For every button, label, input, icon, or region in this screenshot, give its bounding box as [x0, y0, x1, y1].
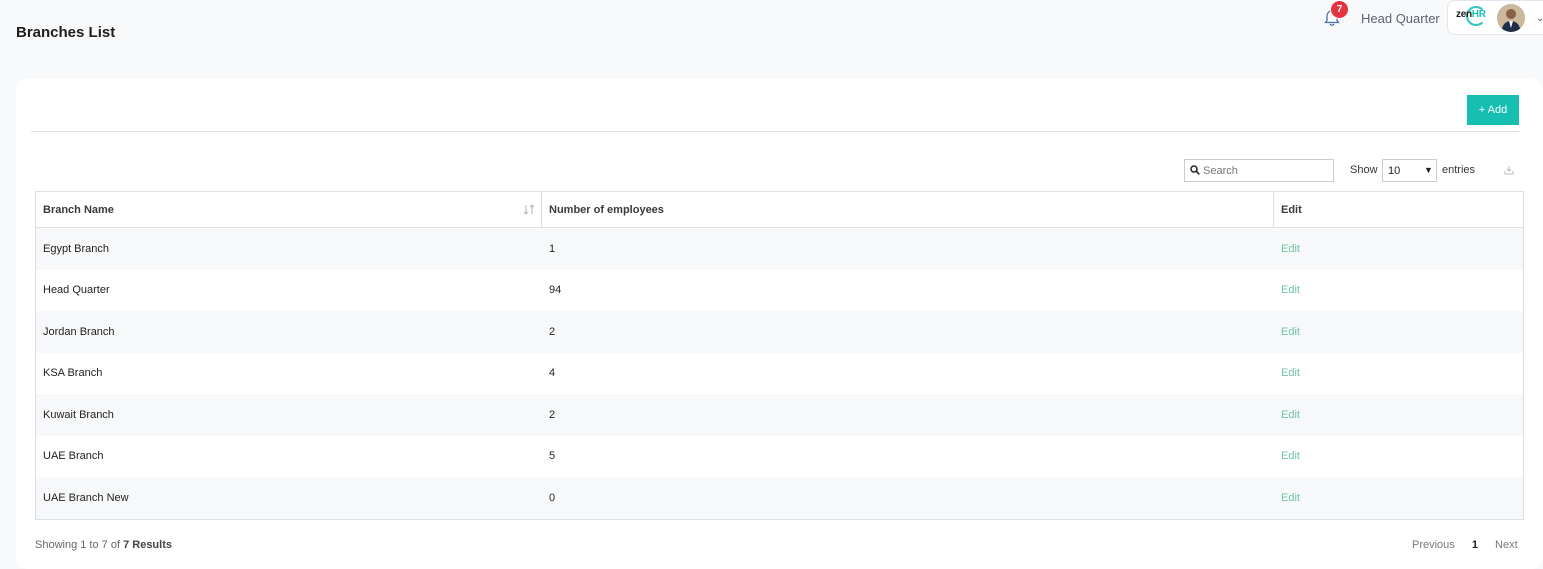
search-input[interactable] — [1203, 162, 1328, 179]
notification-badge: 7 — [1330, 0, 1349, 19]
edit-cell: Edit — [1274, 311, 1523, 353]
employee-count-cell: 2 — [549, 325, 556, 338]
chevron-down-icon: ▼ — [1424, 165, 1433, 175]
branch-name-cell: UAE Branch New — [43, 491, 129, 504]
branch-name-cell: KSA Branch — [43, 367, 103, 380]
search-icon — [1190, 165, 1200, 175]
table-row: KSA Branch 4 Edit — [36, 353, 1523, 395]
employee-count-cell: 1 — [549, 242, 556, 255]
table-row: UAE Branch New 0 Edit — [36, 477, 1523, 519]
branches-card: + Add Show 10 ▼ entries Branch Name Numb… — [16, 79, 1543, 569]
employee-count-cell: 4 — [549, 367, 556, 380]
results-summary: Showing 1 to 7 of 7 Results — [35, 539, 172, 551]
edit-cell: Edit — [1274, 353, 1523, 395]
table-row: Kuwait Branch 2 Edit — [36, 394, 1523, 436]
edit-cell: Edit — [1274, 477, 1523, 519]
edit-link[interactable]: Edit — [1281, 409, 1300, 421]
table-body: Egypt Branch 1 Edit Head Quarter 94 Edit Jorda… — [36, 228, 1523, 519]
search-field[interactable] — [1184, 159, 1334, 182]
export-icon[interactable] — [1504, 165, 1514, 175]
employee-count-cell: 2 — [549, 408, 556, 421]
table-row: Egypt Branch 1 Edit — [36, 228, 1523, 270]
employee-count-cell: 94 — [549, 284, 562, 297]
edit-link[interactable]: Edit — [1281, 492, 1300, 504]
pagination: Previous 1 Next — [1412, 539, 1532, 551]
column-header-branch-name[interactable]: Branch Name — [36, 192, 542, 227]
branch-name-cell: UAE Branch — [43, 450, 104, 463]
divider — [31, 131, 1519, 132]
column-header-edit: Edit — [1281, 203, 1302, 216]
page-title: Branches List — [16, 24, 116, 41]
edit-cell: Edit — [1274, 228, 1523, 270]
branch-name-cell: Jordan Branch — [43, 325, 115, 338]
edit-link[interactable]: Edit — [1281, 367, 1300, 379]
edit-link[interactable]: Edit — [1281, 243, 1300, 255]
user-menu[interactable]: zenHR ⌄ — [1447, 0, 1543, 35]
edit-cell: Edit — [1274, 436, 1523, 478]
next-page-button[interactable]: Next — [1495, 539, 1518, 551]
page-size-value: 10 — [1388, 165, 1401, 177]
edit-link[interactable]: Edit — [1281, 284, 1300, 296]
branches-table: Branch Name Number of employees Edit Egy… — [35, 191, 1524, 520]
table-row: Jordan Branch 2 Edit — [36, 311, 1523, 353]
page-size-select[interactable]: 10 ▼ — [1382, 159, 1437, 182]
show-label: Show — [1350, 164, 1378, 176]
branch-name-cell: Egypt Branch — [43, 242, 110, 255]
edit-cell: Edit — [1274, 270, 1523, 312]
employee-count-cell: 0 — [549, 491, 556, 504]
edit-cell: Edit — [1274, 394, 1523, 436]
employee-count-cell: 5 — [549, 450, 556, 463]
table-header: Branch Name Number of employees Edit — [36, 192, 1523, 228]
edit-link[interactable]: Edit — [1281, 326, 1300, 338]
current-page-button[interactable]: 1 — [1472, 539, 1478, 551]
previous-page-button[interactable]: Previous — [1412, 539, 1455, 551]
entries-label: entries — [1442, 164, 1476, 176]
table-row: Head Quarter 94 Edit — [36, 270, 1523, 312]
table-row: UAE Branch 5 Edit — [36, 436, 1523, 478]
branch-name-cell: Kuwait Branch — [43, 408, 114, 421]
add-branch-button[interactable]: + Add — [1467, 95, 1519, 125]
chevron-down-icon[interactable]: ⌄ — [1536, 13, 1543, 24]
avatar — [1497, 4, 1525, 32]
branch-name-cell: Head Quarter — [43, 284, 110, 297]
company-logo: zenHR — [1456, 9, 1486, 20]
current-branch-label[interactable]: Head Quarter — [1361, 11, 1440, 26]
edit-link[interactable]: Edit — [1281, 450, 1300, 462]
column-header-employees[interactable]: Number of employees — [542, 192, 1274, 227]
sort-icon[interactable] — [523, 204, 535, 215]
